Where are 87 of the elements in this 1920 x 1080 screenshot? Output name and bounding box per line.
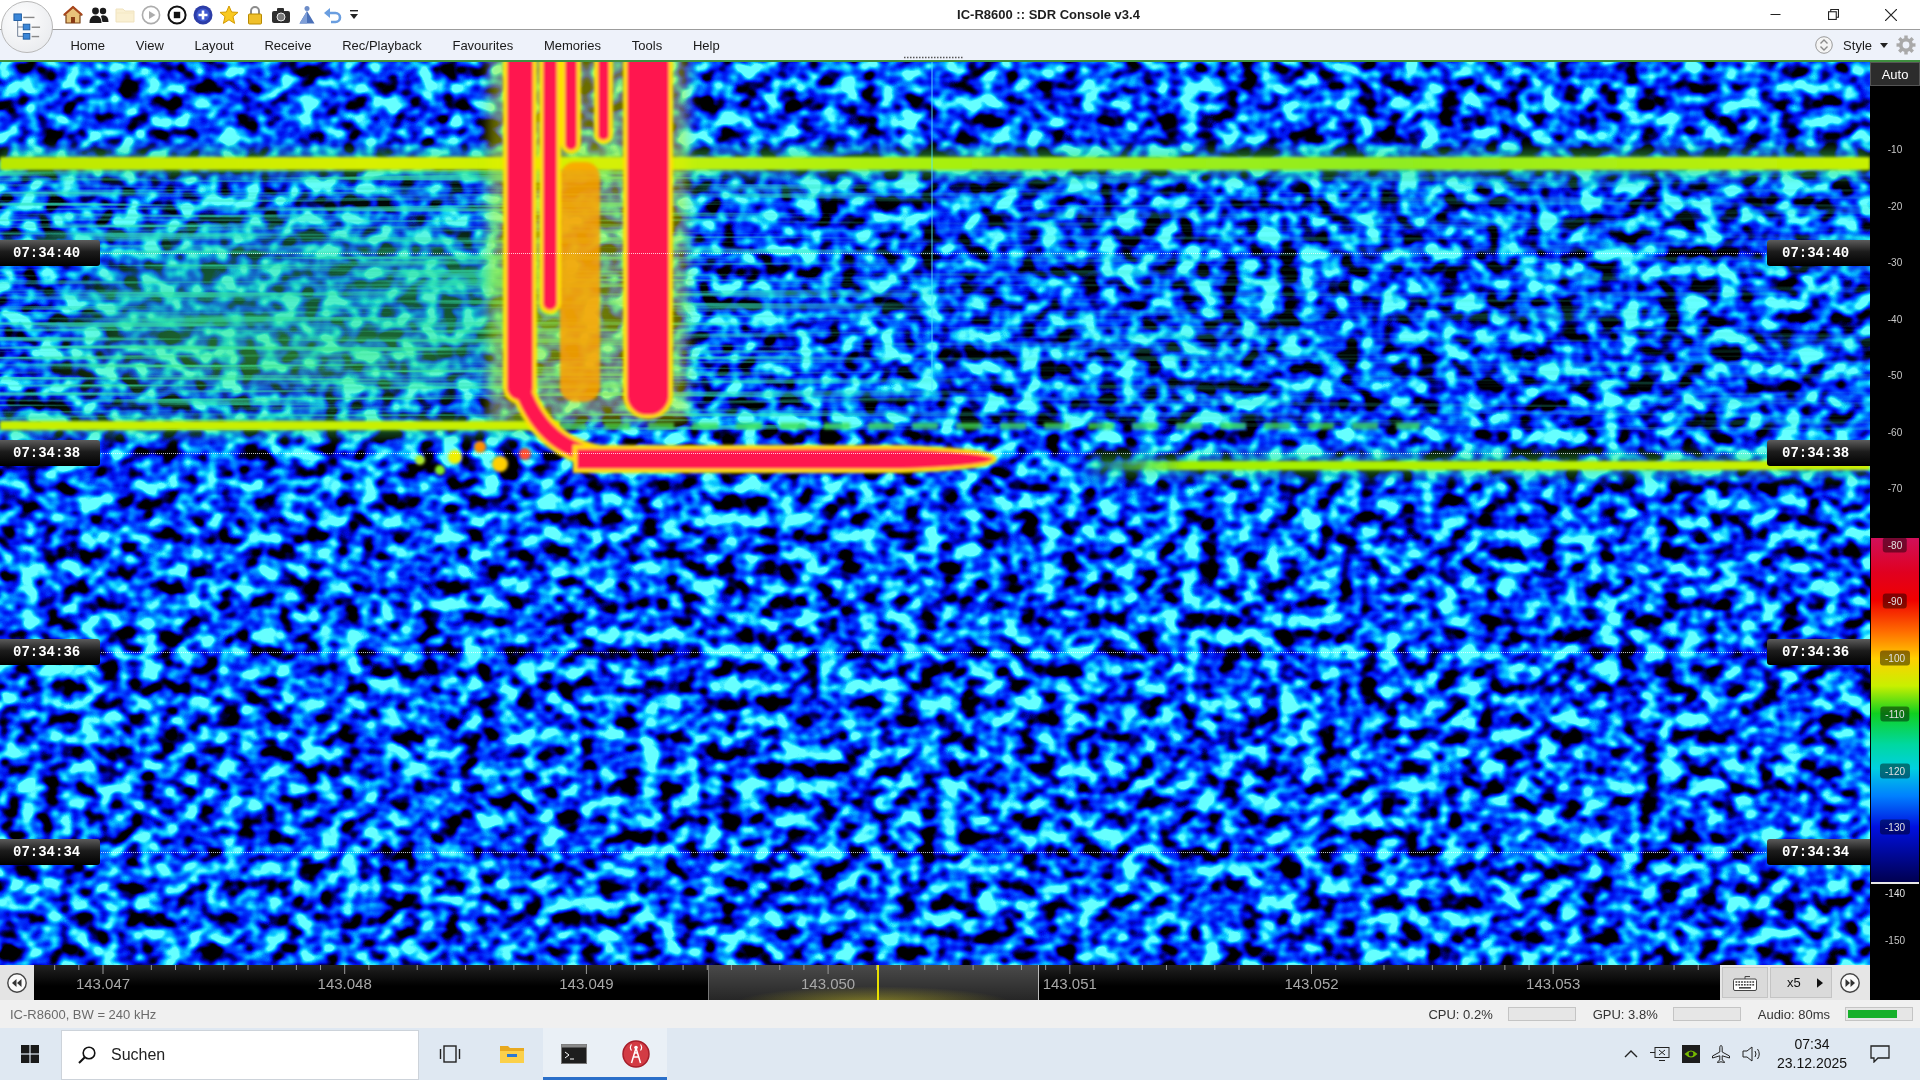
timestamp-label: 07:34:34: [1767, 838, 1870, 865]
eye-logo-icon[interactable]: [1682, 1045, 1700, 1063]
menu-item[interactable]: Home: [55, 30, 121, 60]
frequency-label: 143.049: [559, 975, 614, 992]
menu-item[interactable]: Layout: [179, 30, 250, 60]
frequency-label: 143.053: [1526, 975, 1581, 992]
level-label: -20: [1887, 200, 1903, 211]
cone-icon[interactable]: [297, 4, 317, 25]
menu-item[interactable]: Receive: [249, 30, 327, 60]
search-icon: [78, 1046, 96, 1064]
clock-time[interactable]: 07:34: [1794, 1035, 1830, 1054]
level-label: -60: [1887, 426, 1903, 437]
timestamp-label: 07:34:38: [0, 439, 100, 466]
level-label: -140: [1885, 887, 1905, 898]
tree-diagram-icon: [13, 13, 41, 41]
timestamp-label: 07:34:34: [0, 838, 100, 865]
meter-track: [1672, 1007, 1741, 1021]
level-label: -10: [1887, 143, 1903, 155]
task-view-icon: [439, 1045, 461, 1063]
level-label: -100: [1880, 650, 1910, 665]
fast-forward-icon: [1840, 972, 1860, 993]
device-status: IC-R8600, BW = 240 kHz: [10, 1006, 157, 1022]
level-label: -90: [1882, 593, 1908, 609]
restore-icon: [1827, 9, 1839, 20]
meter-track: [1507, 1007, 1576, 1021]
level-label: -40: [1887, 313, 1903, 324]
clock-date[interactable]: 23.12.2025: [1776, 1054, 1848, 1073]
level-label: -70: [1887, 482, 1903, 494]
close-icon: [1885, 8, 1897, 21]
level-label: -50: [1887, 369, 1903, 381]
chevron-up-icon[interactable]: [1624, 1050, 1638, 1058]
timestamp-label: 07:34:36: [1767, 639, 1870, 665]
menu-item[interactable]: Tools: [616, 30, 678, 60]
speaker-icon[interactable]: [1742, 1046, 1762, 1062]
app-menu-button[interactable]: [1, 1, 53, 53]
up-down-icon[interactable]: [1815, 36, 1834, 54]
menu-item[interactable]: Help: [677, 30, 736, 60]
timestamp-label: 07:34:38: [1767, 439, 1870, 466]
frequency-label: 143.047: [75, 975, 131, 992]
menu-item[interactable]: Favourites: [437, 30, 529, 60]
stop-icon[interactable]: [167, 4, 187, 25]
menu-item[interactable]: Memories: [528, 30, 617, 60]
usage-label: CPU: 0.2%: [1428, 1006, 1493, 1022]
minimize-icon: [1769, 14, 1781, 15]
radio-tower-icon: [622, 1040, 650, 1068]
search-field[interactable]: Suchen: [61, 1030, 419, 1080]
timestamp-label: 07:34:36: [0, 639, 100, 665]
usage-label: Audio: 80ms: [1757, 1006, 1830, 1022]
grip-icon[interactable]: [904, 56, 964, 59]
keyboard-icon: [1733, 974, 1757, 991]
lock-icon[interactable]: [245, 4, 265, 25]
terminal-icon: [561, 1044, 587, 1064]
keyboard-button[interactable]: [1722, 967, 1768, 998]
plus-icon[interactable]: [193, 4, 213, 25]
window-title: IC-R8600 :: SDR Console v3.4: [957, 7, 1140, 22]
home-icon[interactable]: [63, 4, 83, 25]
frequency-label: 143.048: [317, 975, 372, 992]
tuning-marker: [877, 965, 879, 1000]
style-button[interactable]: Style: [1843, 37, 1888, 53]
menu-item[interactable]: Rec/Playback: [326, 30, 438, 60]
taskbar-button[interactable]: [605, 1028, 667, 1080]
taskbar-button[interactable]: [543, 1028, 605, 1080]
zoom-button[interactable]: x5: [1770, 967, 1832, 998]
level-label: -30: [1887, 256, 1903, 268]
level-label: -120: [1880, 763, 1910, 778]
menu-item[interactable]: View: [120, 30, 180, 60]
level-label: -110: [1880, 706, 1910, 722]
airplane-icon[interactable]: [1712, 1045, 1730, 1063]
frequency-label: 143.051: [1042, 975, 1097, 992]
level-label: -130: [1880, 819, 1910, 835]
windows-logo-icon: [21, 1045, 39, 1063]
level-label: -80: [1882, 537, 1908, 552]
frequency-label: 143.052: [1284, 975, 1339, 992]
network-icon[interactable]: [1650, 1046, 1670, 1062]
scroll-left-button[interactable]: [0, 965, 34, 1000]
usage-label: GPU: 3.8%: [1592, 1006, 1658, 1022]
rewind-icon: [7, 972, 27, 993]
auto-button[interactable]: Auto: [1870, 62, 1920, 86]
notification-icon[interactable]: [1870, 1045, 1890, 1063]
caret-icon: [1817, 977, 1823, 988]
caret-icon: [1880, 42, 1888, 48]
timestamp-label: 07:34:40: [1767, 240, 1870, 266]
frequency-label: 143.050: [801, 975, 856, 992]
folder-icon: [499, 1044, 525, 1064]
level-label: -150: [1885, 934, 1905, 946]
timestamp-label: 07:34:40: [0, 240, 100, 266]
star-icon[interactable]: [219, 4, 239, 25]
